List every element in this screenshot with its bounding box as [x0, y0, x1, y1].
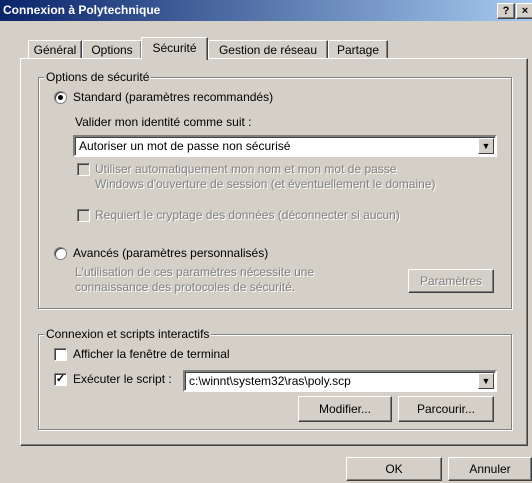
- autologon-label-line1: Utiliser automatiquement mon nom et mon …: [95, 162, 397, 176]
- security-options-legend: Options de sécurité: [44, 70, 152, 84]
- standard-label[interactable]: Standard (paramètres recommandés): [73, 90, 273, 104]
- run-script-label[interactable]: Exécuter le script :: [73, 372, 172, 386]
- terminal-label[interactable]: Afficher la fenêtre de terminal: [73, 347, 230, 361]
- tab-sharing[interactable]: Partage: [328, 40, 388, 59]
- encryption-label: Requiert le cryptage des données (déconn…: [95, 208, 400, 222]
- help-button[interactable]: ?: [497, 3, 515, 19]
- cancel-button-label: Annuler: [469, 462, 511, 476]
- script-path-select[interactable]: c:\winnt\system32\ras\poly.scp ▼: [183, 370, 497, 392]
- window-title: Connexion à Polytechnique: [3, 3, 161, 17]
- tab-general[interactable]: Général: [28, 40, 82, 59]
- tab-security[interactable]: Sécurité: [141, 37, 208, 60]
- title-bar[interactable]: Connexion à Polytechnique ? ×: [0, 0, 532, 21]
- scripts-legend: Connexion et scripts interactifs: [44, 327, 212, 341]
- advanced-label[interactable]: Avancés (paramètres personnalisés): [73, 246, 268, 260]
- standard-radio[interactable]: [54, 91, 67, 104]
- params-button[interactable]: Paramètres: [408, 269, 494, 293]
- advanced-note-line1: L'utilisation de ces paramètres nécessit…: [75, 265, 315, 279]
- identity-select[interactable]: Autoriser un mot de passe non sécurisé ▼: [73, 135, 497, 157]
- tab-options[interactable]: Options: [82, 40, 142, 59]
- modify-button-label: Modifier...: [318, 402, 372, 416]
- ok-button-label: OK: [385, 462, 403, 476]
- run-script-checkbox[interactable]: ✓: [54, 373, 67, 386]
- browse-button[interactable]: Parcourir...: [398, 396, 494, 422]
- autologon-checkbox[interactable]: [77, 163, 90, 176]
- chevron-down-icon[interactable]: ▼: [478, 138, 494, 154]
- encryption-checkbox[interactable]: [77, 209, 90, 222]
- validate-identity-label: Valider mon identité comme suit :: [75, 115, 252, 129]
- modify-button[interactable]: Modifier...: [298, 396, 392, 422]
- close-button[interactable]: ×: [516, 3, 532, 19]
- terminal-checkbox[interactable]: [54, 348, 67, 361]
- autologon-label-line2: Windows d'ouverture de session (et évent…: [95, 177, 436, 191]
- identity-select-value: Autoriser un mot de passe non sécurisé: [79, 139, 291, 153]
- cancel-button[interactable]: Annuler: [448, 457, 532, 481]
- tab-networking[interactable]: Gestion de réseau: [208, 40, 328, 59]
- advanced-note-line2: connaissance des protocoles de sécurité.: [75, 280, 296, 294]
- params-button-label: Paramètres: [419, 274, 483, 288]
- chevron-down-icon[interactable]: ▼: [478, 373, 494, 389]
- script-path-value: c:\winnt\system32\ras\poly.scp: [189, 374, 351, 388]
- browse-button-label: Parcourir...: [416, 402, 476, 416]
- ok-button[interactable]: OK: [346, 457, 442, 481]
- advanced-radio[interactable]: [54, 247, 67, 260]
